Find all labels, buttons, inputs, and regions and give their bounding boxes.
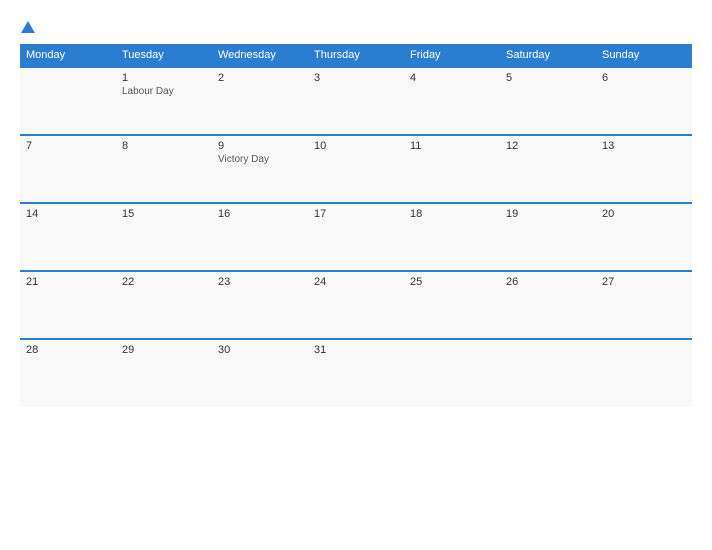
day-number: 18 [410, 208, 494, 220]
day-number: 7 [26, 140, 110, 152]
day-number: 9 [218, 140, 302, 152]
calendar-cell: 18 [404, 203, 500, 271]
calendar-cell: 27 [596, 271, 692, 339]
calendar-cell: 6 [596, 67, 692, 135]
calendar-header: MondayTuesdayWednesdayThursdayFridaySatu… [20, 44, 692, 67]
day-number: 6 [602, 72, 686, 84]
weekday-header-saturday: Saturday [500, 44, 596, 67]
calendar-cell: 5 [500, 67, 596, 135]
calendar-cell: 8 [116, 135, 212, 203]
day-number: 27 [602, 276, 686, 288]
calendar-cell: 19 [500, 203, 596, 271]
calendar-cell: 2 [212, 67, 308, 135]
calendar-cell: 22 [116, 271, 212, 339]
calendar-cell: 3 [308, 67, 404, 135]
weekday-header-wednesday: Wednesday [212, 44, 308, 67]
calendar-cell [404, 339, 500, 407]
weekday-header-sunday: Sunday [596, 44, 692, 67]
holiday-label: Victory Day [218, 154, 302, 165]
calendar-page: MondayTuesdayWednesdayThursdayFridaySatu… [0, 0, 712, 550]
day-number: 2 [218, 72, 302, 84]
day-number: 14 [26, 208, 110, 220]
day-number: 24 [314, 276, 398, 288]
day-number: 19 [506, 208, 590, 220]
calendar-cell: 29 [116, 339, 212, 407]
calendar-cell: 30 [212, 339, 308, 407]
weekday-header-thursday: Thursday [308, 44, 404, 67]
day-number: 29 [122, 344, 206, 356]
calendar-cell: 17 [308, 203, 404, 271]
day-number: 10 [314, 140, 398, 152]
day-number: 30 [218, 344, 302, 356]
weekday-header-friday: Friday [404, 44, 500, 67]
day-number: 21 [26, 276, 110, 288]
calendar-cell: 4 [404, 67, 500, 135]
day-number: 23 [218, 276, 302, 288]
weekday-header-monday: Monday [20, 44, 116, 67]
day-number: 4 [410, 72, 494, 84]
day-number: 20 [602, 208, 686, 220]
calendar-table: MondayTuesdayWednesdayThursdayFridaySatu… [20, 44, 692, 407]
day-number: 31 [314, 344, 398, 356]
day-number: 12 [506, 140, 590, 152]
calendar-body: 1Labour Day23456789Victory Day1011121314… [20, 67, 692, 407]
calendar-cell: 7 [20, 135, 116, 203]
calendar-cell: 24 [308, 271, 404, 339]
day-number: 5 [506, 72, 590, 84]
week-row-4: 21 22 23 24 25 26 27 [20, 271, 692, 339]
calendar-cell [20, 67, 116, 135]
logo-triangle-icon [21, 21, 35, 33]
holiday-label: Labour Day [122, 86, 206, 97]
day-number: 13 [602, 140, 686, 152]
day-number: 3 [314, 72, 398, 84]
calendar-cell: 20 [596, 203, 692, 271]
day-number: 28 [26, 344, 110, 356]
calendar-cell: 25 [404, 271, 500, 339]
calendar-cell: 23 [212, 271, 308, 339]
day-number: 17 [314, 208, 398, 220]
day-number: 22 [122, 276, 206, 288]
day-number: 11 [410, 140, 494, 152]
calendar-cell: 10 [308, 135, 404, 203]
calendar-cell [596, 339, 692, 407]
calendar-cell: 1 Labour Day [116, 67, 212, 135]
calendar-cell: 15 [116, 203, 212, 271]
calendar-cell: 21 [20, 271, 116, 339]
calendar-cell: 13 [596, 135, 692, 203]
calendar-cell: 16 [212, 203, 308, 271]
day-number: 8 [122, 140, 206, 152]
week-row-3: 14 15 16 17 18 19 20 [20, 203, 692, 271]
calendar-cell: 26 [500, 271, 596, 339]
week-row-5: 28 29 30 31 [20, 339, 692, 407]
calendar-cell: 31 [308, 339, 404, 407]
weekday-header-tuesday: Tuesday [116, 44, 212, 67]
calendar-cell: 11 [404, 135, 500, 203]
calendar-cell: 28 [20, 339, 116, 407]
calendar-cell: 14 [20, 203, 116, 271]
week-row-1: 1 Labour Day 23456 [20, 67, 692, 135]
weekday-header-row: MondayTuesdayWednesdayThursdayFridaySatu… [20, 44, 692, 67]
day-number: 25 [410, 276, 494, 288]
day-number: 16 [218, 208, 302, 220]
day-number: 15 [122, 208, 206, 220]
logo [20, 18, 35, 34]
calendar-cell: 12 [500, 135, 596, 203]
calendar-cell: 9 Victory Day [212, 135, 308, 203]
calendar-cell [500, 339, 596, 407]
header [20, 18, 692, 34]
day-number: 26 [506, 276, 590, 288]
week-row-2: 789 Victory Day 10 11 12 13 [20, 135, 692, 203]
day-number: 1 [122, 72, 206, 84]
